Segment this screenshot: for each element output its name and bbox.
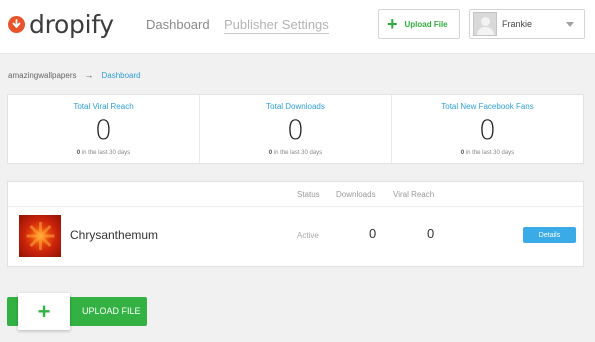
- file-viral-reach: 0: [427, 226, 435, 241]
- table-row: Chrysanthemum Active 0 0 Details: [8, 208, 583, 266]
- stat-facebook-fans: Total New Facebook Fans 0 0 in the last …: [392, 95, 583, 163]
- chevron-down-icon: [566, 21, 574, 27]
- file-downloads: 0: [369, 226, 377, 241]
- arrow-right-icon: →: [84, 70, 94, 80]
- nav-dashboard[interactable]: Dashboard: [146, 17, 210, 32]
- upload-file-label: Upload File: [404, 19, 448, 29]
- breadcrumb-current[interactable]: Dashboard: [101, 71, 140, 80]
- upload-file-big-label: UPLOAD FILE: [82, 306, 141, 316]
- avatar: [473, 12, 497, 36]
- user-name: Frankie: [502, 19, 533, 29]
- top-header: dropify Dashboard Publisher Settings + U…: [0, 0, 595, 54]
- logo-drop-icon: [8, 15, 25, 33]
- file-thumbnail[interactable]: [19, 215, 61, 257]
- table-header: Status Downloads Viral Reach: [8, 182, 583, 207]
- breadcrumb-root[interactable]: amazingwallpapers: [8, 71, 76, 80]
- stat-title: Total New Facebook Fans: [441, 102, 534, 111]
- plus-icon: +: [18, 293, 70, 330]
- logo-text: dropify: [29, 9, 114, 39]
- stat-title: Total Viral Reach: [73, 102, 134, 111]
- file-name[interactable]: Chrysanthemum: [70, 228, 158, 242]
- breadcrumb: amazingwallpapers → Dashboard: [8, 70, 141, 80]
- column-downloads: Downloads: [336, 190, 376, 199]
- column-viral-reach: Viral Reach: [393, 190, 435, 199]
- stat-title: Total Downloads: [266, 102, 325, 111]
- dropify-logo[interactable]: dropify: [8, 9, 114, 39]
- details-button[interactable]: Details: [523, 227, 576, 243]
- stat-subtext: 0 in the last 30 days: [460, 150, 515, 156]
- stat-viral-reach: Total Viral Reach 0 0 in the last 30 day…: [8, 95, 200, 163]
- upload-file-big-button[interactable]: + UPLOAD FILE: [7, 293, 147, 330]
- stat-subtext: 0 in the last 30 days: [76, 150, 131, 156]
- stat-value: 0: [286, 115, 305, 146]
- stats-panel: Total Viral Reach 0 0 in the last 30 day…: [7, 94, 584, 164]
- stat-value: 0: [478, 115, 497, 146]
- stat-subtext: 0 in the last 30 days: [268, 150, 323, 156]
- nav-publisher-settings[interactable]: Publisher Settings: [224, 17, 329, 34]
- upload-file-button[interactable]: + Upload File: [378, 9, 460, 39]
- stat-downloads: Total Downloads 0 0 in the last 30 days: [200, 95, 392, 163]
- files-table: Status Downloads Viral Reach Chrysanthem…: [7, 181, 584, 267]
- user-menu-dropdown[interactable]: Frankie: [469, 9, 585, 39]
- plus-icon: +: [387, 14, 398, 34]
- column-status: Status: [297, 190, 320, 199]
- stat-value: 0: [94, 115, 113, 146]
- file-status: Active: [297, 231, 319, 240]
